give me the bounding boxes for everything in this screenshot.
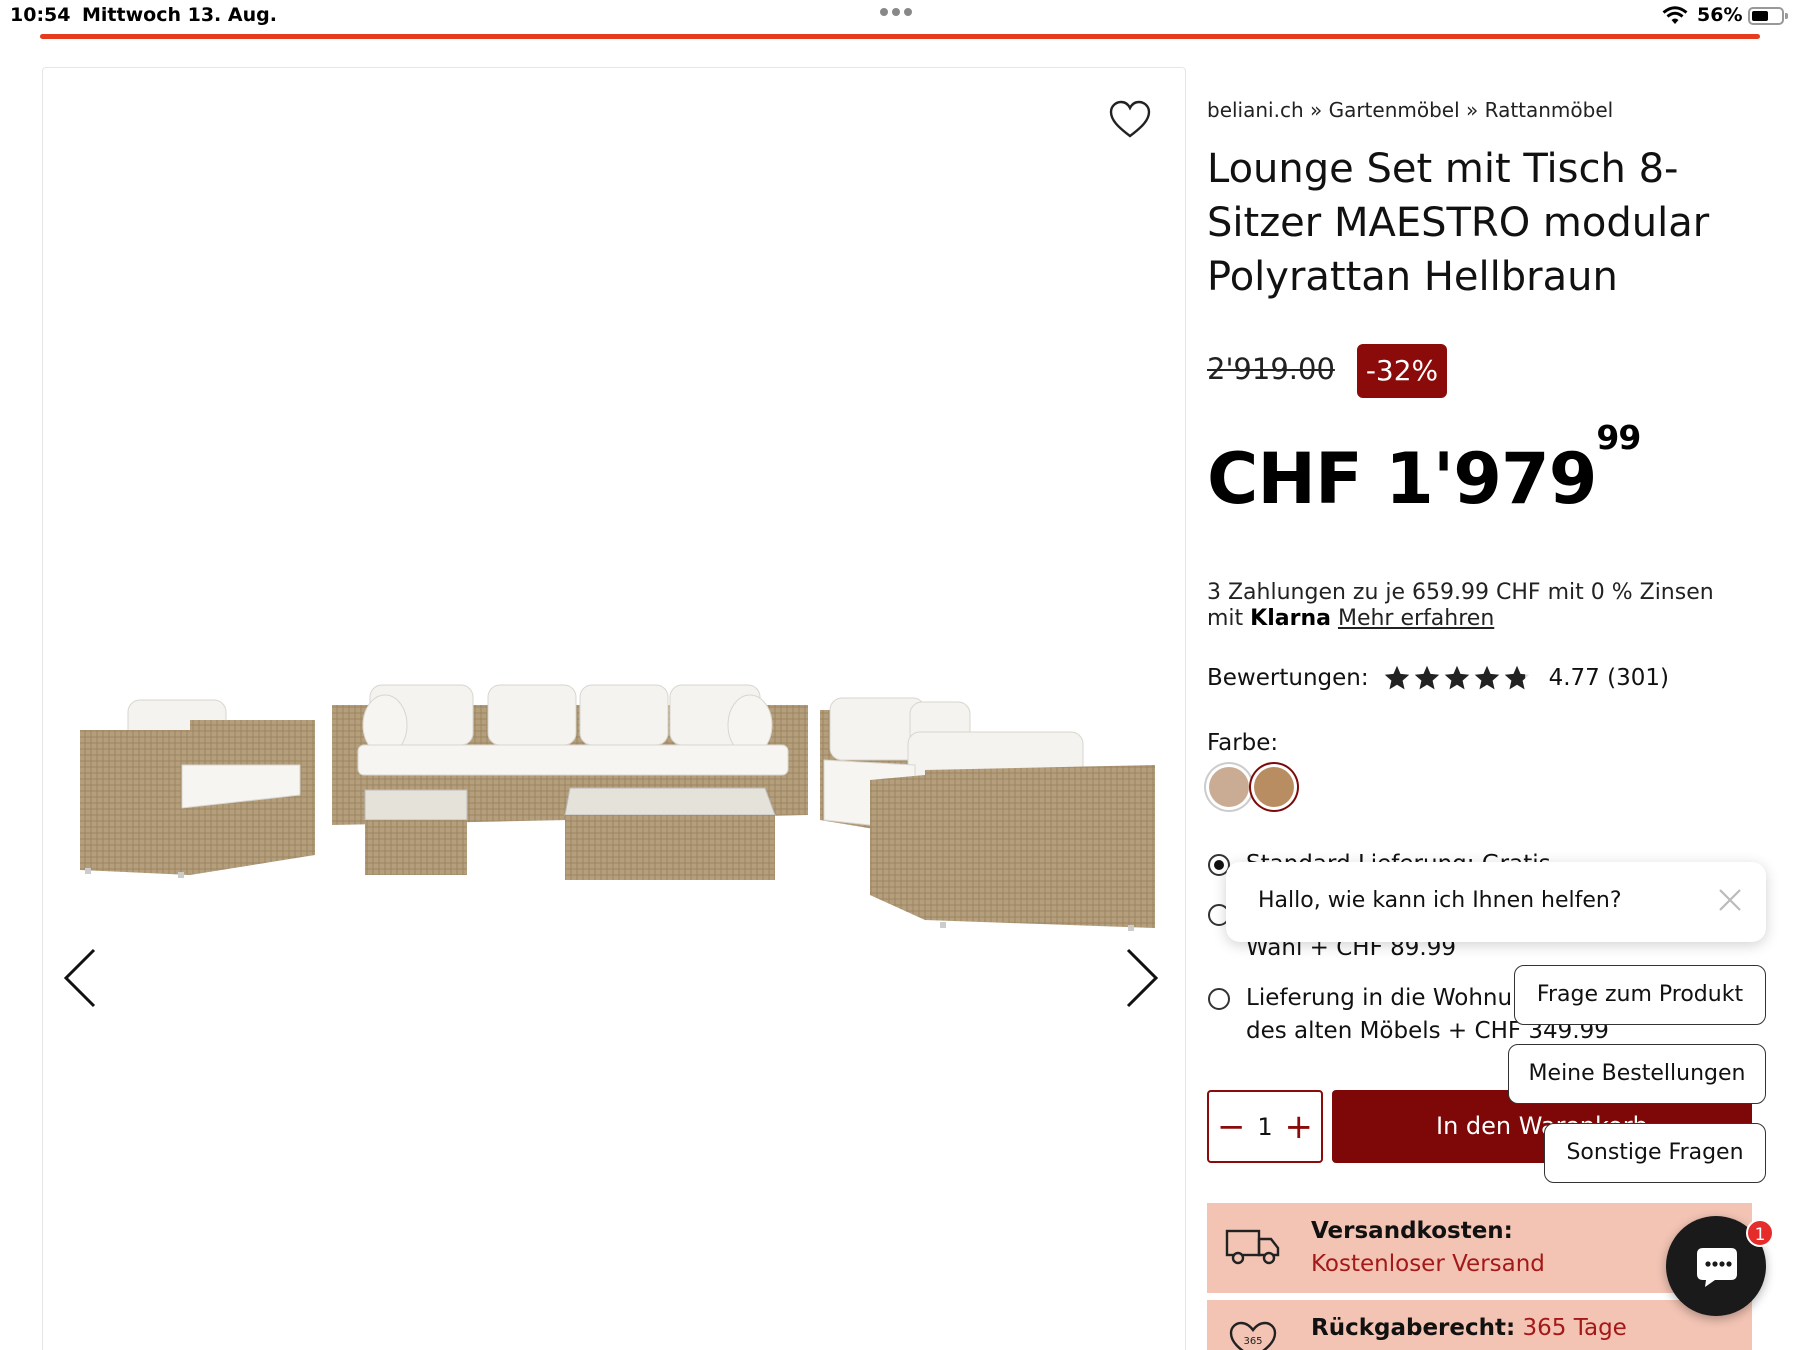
status-time: 10:54	[10, 4, 71, 26]
page-load-progress	[40, 34, 1760, 39]
shipping-cost-label: Versandkosten:	[1311, 1218, 1513, 1244]
wishlist-heart-icon[interactable]	[1108, 100, 1152, 144]
shipping-radio-apartment[interactable]	[1208, 988, 1230, 1010]
battery-icon	[1748, 7, 1788, 25]
quantity-minus-button[interactable]: −	[1217, 1110, 1246, 1144]
breadcrumb[interactable]: beliani.ch » Gartenmöbel » Rattanmöbel	[1207, 98, 1613, 122]
wifi-icon	[1662, 6, 1688, 31]
close-icon[interactable]	[1716, 886, 1744, 918]
delivery-truck-icon	[1225, 1223, 1281, 1271]
klarna-more-link[interactable]: Mehr erfahren	[1338, 606, 1494, 631]
status-bar: 10:54 Mittwoch 13. Aug. 56%	[0, 0, 1800, 34]
chat-chip-other-questions[interactable]: Sonstige Fragen	[1544, 1123, 1766, 1183]
klarna-logo: Klarna	[1250, 606, 1331, 631]
chat-greeting-bubble: Hallo, wie kann ich Ihnen helfen?	[1226, 862, 1766, 942]
product-title: Lounge Set mit Tisch 8-Sitzer MAESTRO mo…	[1207, 146, 1710, 300]
product-image-lounge-set[interactable]	[70, 680, 1155, 944]
chat-icon	[1695, 1246, 1739, 1292]
price-main: CHF 1'979	[1207, 438, 1597, 520]
multitask-dots-icon[interactable]	[880, 8, 912, 16]
discount-badge: -32%	[1357, 344, 1447, 398]
chat-chip-product-question[interactable]: Frage zum Produkt	[1514, 965, 1766, 1025]
star-icon	[1384, 665, 1409, 690]
quantity-value: 1	[1257, 1112, 1273, 1141]
price-cents: 99	[1596, 418, 1641, 457]
return-policy-value: 365 Tage	[1522, 1315, 1627, 1341]
return-policy-box: 365 Rückgaberecht: 365 Tage	[1207, 1300, 1752, 1350]
gallery-prev-arrow-icon[interactable]	[62, 946, 98, 1014]
shipping-cost-value: Kostenloser Versand	[1311, 1251, 1545, 1277]
star-partial-icon	[1504, 665, 1529, 690]
chat-greeting-text: Hallo, wie kann ich Ihnen helfen?	[1258, 888, 1622, 913]
quantity-stepper[interactable]: − 1 +	[1207, 1090, 1323, 1163]
star-icon	[1444, 665, 1469, 690]
rating-score: 4.77 (301)	[1548, 665, 1669, 691]
svg-text:365: 365	[1243, 1336, 1262, 1347]
color-swatch-light[interactable]	[1209, 767, 1249, 807]
color-label: Farbe:	[1207, 730, 1279, 756]
klarna-installments: 3 Zahlungen zu je 659.99 CHF mit 0 % Zin…	[1207, 580, 1747, 632]
chat-chip-my-orders[interactable]: Meine Bestellungen	[1508, 1044, 1766, 1104]
current-price: CHF 1'97999	[1207, 418, 1641, 520]
rating-label: Bewertungen:	[1207, 665, 1369, 691]
rating-stars	[1383, 664, 1531, 692]
chat-unread-badge: 1	[1746, 1219, 1774, 1247]
color-swatch-selected[interactable]	[1254, 767, 1294, 807]
return-heart-icon: 365	[1225, 1320, 1281, 1350]
star-icon	[1414, 665, 1439, 690]
old-price: 2'919.00	[1207, 352, 1335, 386]
gallery-next-arrow-icon[interactable]	[1124, 946, 1160, 1014]
status-date: Mittwoch 13. Aug.	[82, 4, 277, 26]
quantity-plus-button[interactable]: +	[1285, 1110, 1314, 1144]
return-policy-label: Rückgaberecht:	[1311, 1315, 1516, 1341]
battery-percent: 56%	[1697, 4, 1743, 26]
star-icon	[1474, 665, 1499, 690]
rating-row[interactable]: Bewertungen: 4.77 (301)	[1207, 664, 1669, 692]
